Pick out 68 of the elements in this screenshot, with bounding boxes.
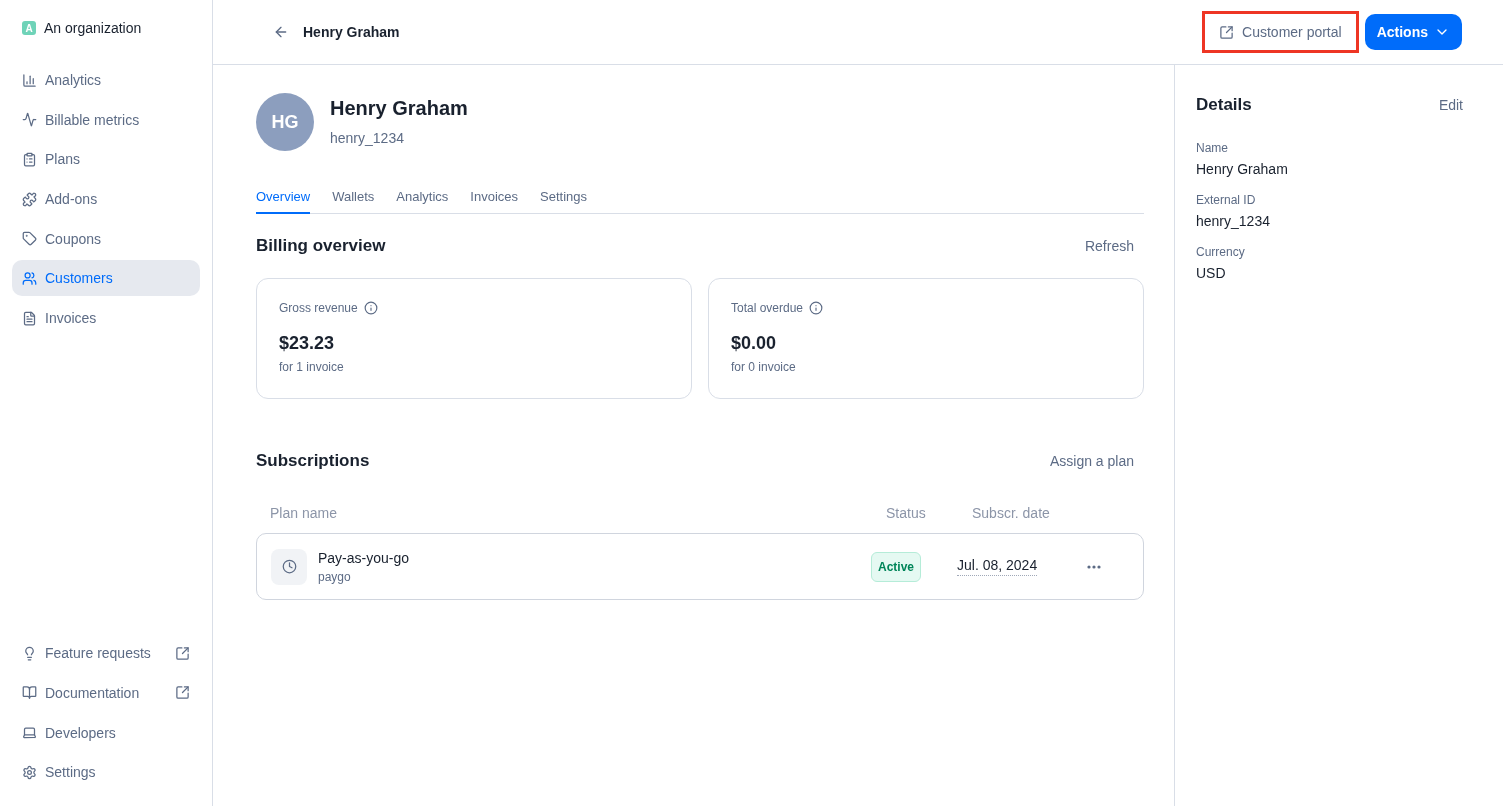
- external-link-icon: [1219, 24, 1235, 40]
- column-header: Subscr. date: [972, 505, 1051, 521]
- tab[interactable]: Invoices: [470, 189, 519, 214]
- metric-label: Total overdue: [731, 301, 804, 315]
- more-icon: [1087, 564, 1101, 569]
- users-icon: [22, 270, 37, 286]
- tab[interactable]: Settings: [540, 189, 588, 214]
- field-value: henry_1234: [1196, 213, 1271, 229]
- pulse-icon: [22, 112, 37, 128]
- document-icon: [22, 310, 37, 326]
- tab[interactable]: Analytics: [396, 189, 449, 214]
- subscription-row[interactable]: Pay-as-you-go paygo Active Jul. 08, 2024: [256, 533, 1144, 600]
- field-label: Currency: [1196, 245, 1246, 259]
- sidebar-item[interactable]: Developers: [12, 714, 200, 751]
- settings-icon: [22, 764, 37, 780]
- puzzle-icon: [22, 191, 37, 207]
- organization-badge: A: [22, 21, 36, 35]
- details-title: Details: [1196, 95, 1252, 115]
- clipboard-icon: [22, 151, 37, 167]
- organization-name: An organization: [44, 20, 142, 36]
- bar-chart-icon: [22, 72, 37, 88]
- status-badge: Active: [871, 551, 922, 582]
- sidebar-item[interactable]: Billable metrics: [12, 101, 200, 138]
- back-arrow-icon: [273, 24, 289, 40]
- sidebar-item[interactable]: Invoices: [12, 300, 200, 337]
- column-header: Status: [886, 505, 927, 521]
- book-icon: [22, 685, 37, 701]
- sidebar-item[interactable]: Feature requests: [12, 635, 200, 672]
- field-label: External ID: [1196, 193, 1257, 207]
- field-value: Henry Graham: [1196, 161, 1289, 177]
- customer-name: Henry Graham: [330, 97, 468, 120]
- plan-code: paygo: [318, 569, 352, 584]
- plan-name: Pay-as-you-go: [318, 549, 410, 566]
- avatar: HG: [256, 93, 314, 151]
- clock-icon: [281, 559, 297, 574]
- info-icon: [363, 301, 378, 315]
- column-header: Plan name: [270, 505, 338, 521]
- metric-amount: $23.23: [279, 333, 336, 354]
- laptop-icon: [22, 725, 37, 741]
- subscription-date: Jul. 08, 2024: [957, 557, 1038, 576]
- metric-note: for 0 invoice: [731, 360, 797, 374]
- section-title: Billing overview: [256, 236, 386, 256]
- field-value: USD: [1196, 265, 1227, 281]
- assign-plan-button[interactable]: Assign a plan: [1049, 453, 1134, 469]
- tab[interactable]: Wallets: [332, 189, 375, 214]
- metric-label: Gross revenue: [279, 301, 358, 315]
- tab[interactable]: Overview: [256, 189, 311, 214]
- field-label: Name: [1196, 141, 1229, 155]
- section-title: Subscriptions: [256, 451, 370, 471]
- info-icon: [809, 301, 824, 315]
- sidebar-item[interactable]: Plans: [12, 141, 200, 178]
- customer-id: henry_1234: [330, 130, 405, 146]
- back-button[interactable]: [273, 24, 289, 40]
- sidebar-item[interactable]: Add-ons: [12, 181, 200, 218]
- customer-portal-button[interactable]: Customer portal: [1202, 11, 1359, 53]
- sidebar-item[interactable]: Documentation: [12, 674, 200, 711]
- metric-amount: $0.00: [731, 333, 778, 354]
- page-title: Henry Graham: [303, 24, 401, 40]
- tag-icon: [22, 231, 37, 247]
- sidebar-item[interactable]: Analytics: [12, 62, 200, 98]
- sidebar-item[interactable]: Coupons: [12, 220, 200, 257]
- lightbulb-icon: [22, 645, 37, 661]
- edit-button[interactable]: Edit: [1438, 97, 1463, 113]
- sidebar-item[interactable]: Customers: [12, 260, 200, 297]
- refresh-button[interactable]: Refresh: [1084, 238, 1134, 254]
- metric-note: for 1 invoice: [279, 360, 345, 374]
- sidebar-item[interactable]: Settings: [12, 754, 200, 791]
- actions-button[interactable]: Actions: [1364, 14, 1462, 50]
